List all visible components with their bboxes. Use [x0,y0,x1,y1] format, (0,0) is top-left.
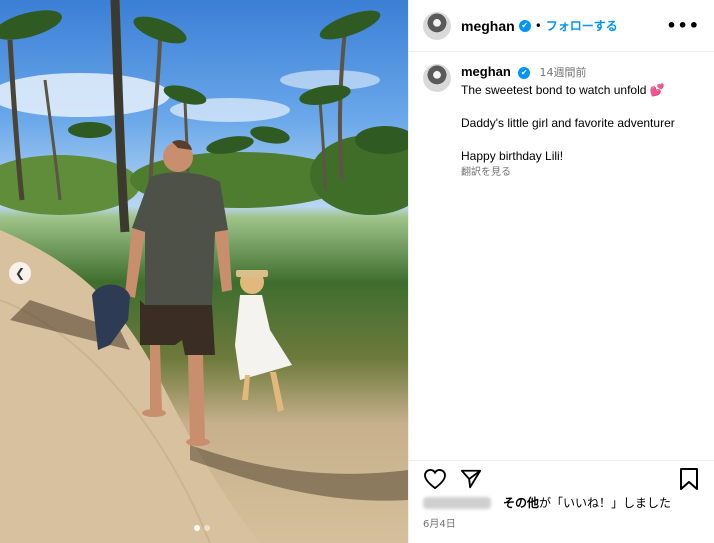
heart-icon[interactable] [423,467,447,491]
photo-scene [0,0,408,543]
caption-line-1: The sweetest bond to watch unfold 💕 [461,82,675,99]
action-bar [409,460,714,490]
caption-line-3: Happy birthday Lili! [461,148,564,163]
caption: meghan ✔ 14週間前 The sweetest bond to watc… [409,52,714,182]
more-options-icon[interactable]: ••• [666,16,700,35]
avatar[interactable] [423,64,451,92]
caption-text-1: The sweetest bond to watch unfold [461,82,647,97]
likes-text: が「いいね！」しました [539,496,672,510]
caption-username[interactable]: meghan [461,64,511,79]
post-side-panel: meghan ✔ • フォローする ••• meghan ✔ 14週間前 The… [408,0,714,543]
bookmark-icon[interactable] [677,467,701,491]
carousel-dot [194,525,200,531]
likes-summary[interactable]: その他 が「いいね！」しました [423,494,671,511]
paper-plane-icon[interactable] [459,467,483,491]
username-link[interactable]: meghan [461,18,515,34]
blurred-username [423,496,491,509]
follow-button[interactable]: フォローする [546,17,618,34]
post-header: meghan ✔ • フォローする ••• [409,0,714,52]
post-date: 6月4日 [423,519,456,530]
post-photo[interactable]: ❮ [0,0,408,543]
avatar[interactable] [423,11,451,40]
two-hearts-icon: 💕 [649,82,665,97]
separator: • [534,18,542,33]
caption-line-2: Daddy's little girl and favorite adventu… [461,115,675,130]
translate-link[interactable]: 翻訳を見る [461,165,675,182]
chevron-left-icon[interactable]: ❮ [9,262,31,284]
verified-badge-icon: ✔ [518,66,531,79]
caption-timestamp[interactable]: 14週間前 [540,66,587,79]
carousel-dots [194,525,210,531]
caption-body: meghan ✔ 14週間前 The sweetest bond to watc… [461,64,675,182]
verified-badge-icon: ✔ [518,19,531,32]
carousel-dot [204,525,210,531]
likes-others[interactable]: その他 [503,494,539,511]
